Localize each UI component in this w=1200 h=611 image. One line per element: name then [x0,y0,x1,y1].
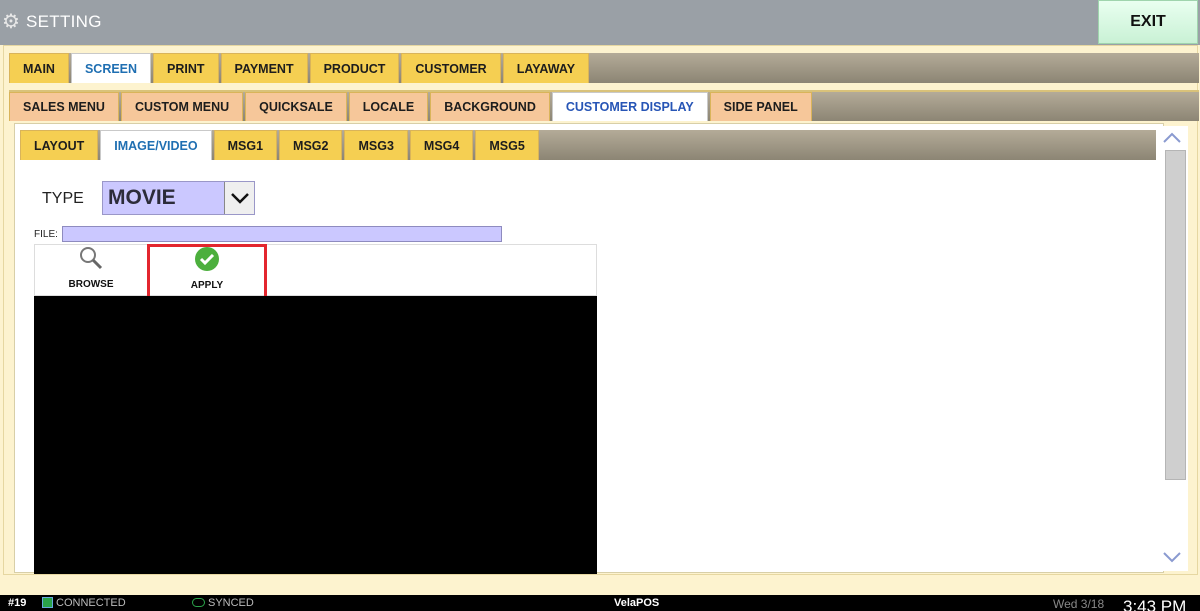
video-preview [34,296,597,574]
window-title: SETTING [26,12,102,31]
file-label: FILE: [34,229,58,240]
apply-label: APPLY [190,280,224,291]
date-label: Wed 3/18 [1053,597,1105,611]
tab-product[interactable]: PRODUCT [309,53,400,83]
tab-main[interactable]: MAIN [9,53,69,83]
checkmark-icon [194,246,220,277]
station-number: #19 [8,597,27,609]
tab-msg2[interactable]: MSG2 [279,130,343,160]
tab-layaway[interactable]: LAYAWAY [502,53,590,83]
tab-msg3[interactable]: MSG3 [344,130,408,160]
apply-button[interactable]: APPLY [147,244,267,301]
scroll-down-icon[interactable] [1162,547,1182,567]
exit-button[interactable]: EXIT [1098,0,1198,44]
magnifier-icon [78,245,104,276]
tab-image-video[interactable]: IMAGE/VIDEO [100,130,212,160]
chevron-down-icon[interactable] [224,182,254,214]
scroll-up-icon[interactable] [1162,128,1182,148]
type-select[interactable]: MOVIE [102,181,255,215]
tab-background[interactable]: BACKGROUND [430,92,550,121]
tab-msg5[interactable]: MSG5 [475,130,539,160]
gear-icon: ⚙ [2,11,20,33]
tab-custom-menu[interactable]: CUSTOM MENU [120,92,244,121]
type-select-value: MOVIE [108,186,176,209]
file-path-input[interactable] [62,226,502,242]
clock-label: 3:43 PM [1123,597,1187,611]
tab-layout[interactable]: LAYOUT [20,130,99,160]
sync-label: SYNCED [208,597,254,609]
status-bar: #19 CONNECTED SYNCED VelaPOS Wed 3/18 3:… [0,595,1200,611]
tab-locale[interactable]: LOCALE [348,92,429,121]
tab-sales-menu[interactable]: SALES MENU [9,92,119,121]
customer-display-panel: LAYOUT IMAGE/VIDEO MSG1 MSG2 MSG3 MSG4 MSG5 TY… [14,123,1164,574]
connection-status: CONNECTED [42,597,126,609]
browse-label: BROWSE [68,279,114,290]
tab-payment[interactable]: PAYMENT [220,53,308,83]
tab-msg4[interactable]: MSG4 [409,130,474,160]
cloud-icon [192,598,205,607]
tab-customer[interactable]: CUSTOMER [401,53,501,83]
tab-side-panel[interactable]: SIDE PANEL [709,92,812,121]
display-tab-strip: LAYOUT IMAGE/VIDEO MSG1 MSG2 MSG3 MSG4 MSG5 [20,130,1160,160]
vertical-scrollbar[interactable] [1156,126,1188,571]
network-icon [42,597,53,608]
brand-label: VelaPOS [614,597,660,609]
tab-screen[interactable]: SCREEN [70,53,152,83]
tab-quicksale[interactable]: QUICKSALE [245,92,347,121]
tab-msg1[interactable]: MSG1 [213,130,278,160]
tab-customer-display[interactable]: CUSTOMER DISPLAY [551,92,708,121]
connection-label: CONNECTED [56,597,126,609]
type-label: TYPE [42,190,84,207]
scrollbar-thumb[interactable] [1165,150,1186,480]
browse-button[interactable]: BROWSE [35,245,147,297]
sync-status: SYNCED [192,597,254,609]
title-bar: ⚙ SETTING EXIT [0,0,1200,45]
tab-print[interactable]: PRINT [153,53,219,83]
settings-frame: MAIN SCREEN PRINT PAYMENT PRODUCT CUSTOMER LAY… [3,45,1199,575]
screen-tab-strip: SALES MENU CUSTOM MENU QUICKSALE LOCALE BACK… [9,90,1199,121]
media-toolbar: BROWSE APPLY [34,244,597,301]
main-tab-strip: MAIN SCREEN PRINT PAYMENT PRODUCT CUSTOMER LAY… [9,53,1199,83]
